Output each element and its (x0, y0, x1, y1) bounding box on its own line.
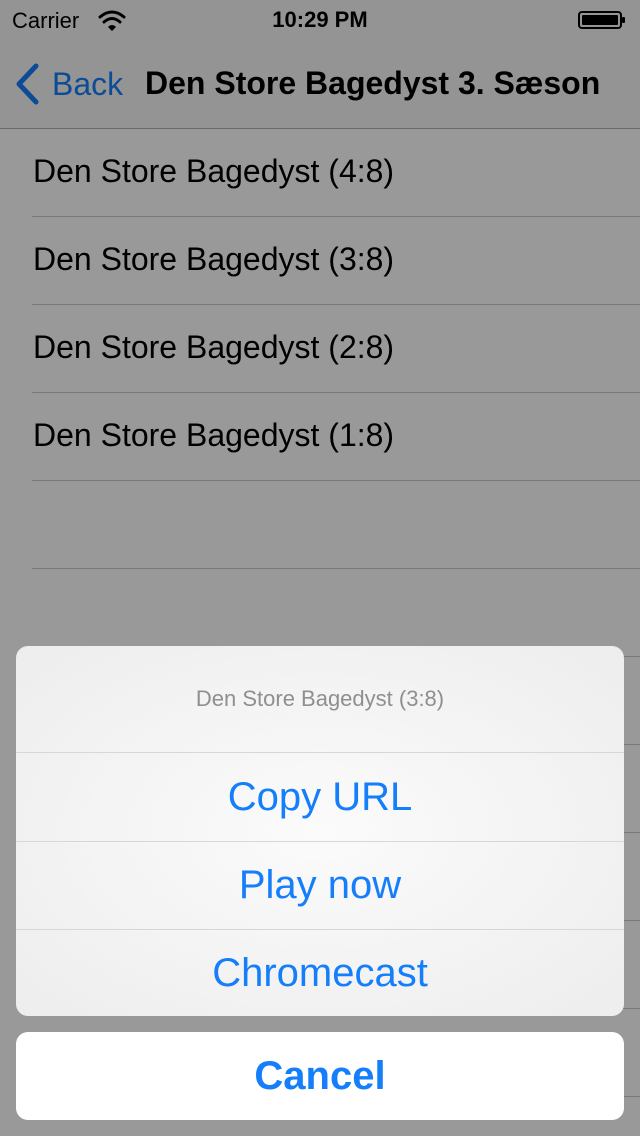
cancel-button[interactable]: Cancel (16, 1032, 624, 1120)
play-now-button[interactable]: Play now (16, 841, 624, 930)
screen: Carrier 10:29 PM Back Den Store Bagedyst… (0, 0, 640, 1136)
action-sheet: Den Store Bagedyst (3:8) Copy URL Play n… (16, 646, 624, 1016)
action-sheet-title: Den Store Bagedyst (3:8) (16, 646, 624, 753)
chromecast-button[interactable]: Chromecast (16, 929, 624, 1016)
copy-url-button[interactable]: Copy URL (16, 753, 624, 842)
